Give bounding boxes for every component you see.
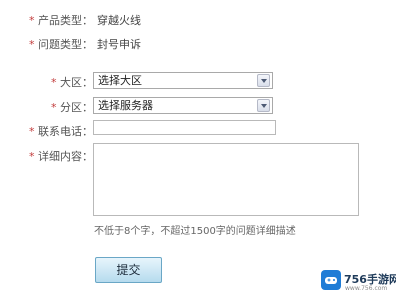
region-label-text: 大区： [60,76,93,89]
server-select[interactable]: 选择服务器 [93,97,273,114]
detail-hint: 不低于8个字，不超过1500字的问题详细描述 [94,226,296,237]
required-marker: * [51,76,57,89]
watermark-url: www.756.com [345,285,388,292]
gamepad-icon [325,277,337,284]
region-select[interactable]: 选择大区 [93,72,273,89]
product-type-label: * 产品类型： [29,12,93,28]
phone-label-text: 联系电话： [38,125,93,138]
detail-label-text: 详细内容： [38,150,93,163]
region-selected-value: 选择大区 [98,74,142,87]
server-label-text: 分区： [60,101,93,114]
required-marker: * [29,14,35,27]
issue-type-label: * 问题类型： [29,36,93,52]
required-marker: * [51,101,57,114]
product-type-label-text: 产品类型： [38,14,93,27]
detail-label: * 详细内容： [29,148,93,164]
required-marker: * [29,38,35,51]
required-marker: * [29,125,35,138]
detail-textarea[interactable] [93,143,359,216]
server-label: * 分区： [51,99,93,115]
product-type-value: 穿越火线 [97,14,141,27]
chevron-down-icon[interactable] [257,74,270,87]
phone-input[interactable] [93,120,276,135]
submit-button[interactable]: 提交 [95,257,162,283]
issue-type-value: 封号申诉 [97,38,141,51]
phone-label: * 联系电话： [29,123,93,139]
site-logo-icon [321,270,341,290]
chevron-down-icon[interactable] [257,99,270,112]
required-marker: * [29,150,35,163]
server-selected-value: 选择服务器 [98,99,153,112]
region-label: * 大区： [51,74,93,90]
issue-type-label-text: 问题类型： [38,38,93,51]
